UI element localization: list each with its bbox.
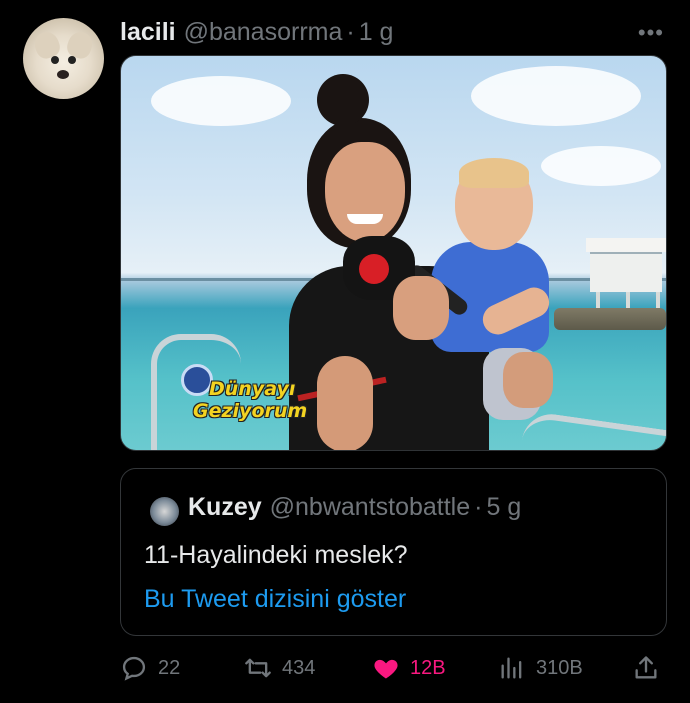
quoted-tweet[interactable]: Kuzey @nbwantstobattle · 5 g 11-Hayalind… (120, 468, 667, 636)
breakwater-rocks (554, 308, 666, 330)
quoted-display-name: Kuzey (188, 493, 262, 521)
share-icon (635, 656, 657, 679)
author-handle[interactable]: @banasorrma (184, 18, 343, 47)
avatar-eye-right (68, 56, 76, 64)
view-count: 310B (536, 656, 583, 679)
quoted-timestamp: 5 g (486, 493, 522, 521)
author-display-name[interactable]: lacili (120, 18, 176, 47)
woman-smile (347, 214, 383, 224)
show-thread-link[interactable]: Bu Tweet dizisini göster (144, 585, 406, 614)
woman-face (325, 142, 405, 242)
views-button[interactable]: 310B (498, 650, 583, 686)
channel-logo-icon (359, 254, 389, 284)
tweet-header: lacili @banasorrma · 1 g (120, 14, 393, 50)
cloud (151, 76, 291, 126)
like-count: 12B (410, 656, 446, 679)
holding-hand (503, 352, 553, 408)
quoted-handle: @nbwantstobattle (269, 493, 471, 521)
tweet-timestamp[interactable]: 1 g (359, 18, 394, 47)
reply-button[interactable]: 22 (120, 650, 180, 686)
water-villa (576, 238, 666, 308)
quoted-tweet-text: 11-Hayalindeki meslek? (144, 541, 408, 569)
show-logo-line1: Dünyayı (209, 378, 296, 400)
retweet-button[interactable]: 434 (244, 650, 315, 686)
avatar-nose (57, 70, 69, 79)
show-logo: Dünyayı Geziyorum (169, 356, 319, 426)
more-options-icon[interactable]: ••• (638, 20, 664, 46)
woman-arm (317, 356, 373, 450)
tweet-media-image[interactable]: Dünyayı Geziyorum (120, 55, 667, 451)
woman-hand (393, 276, 449, 340)
retweet-icon (245, 658, 271, 678)
reply-icon (122, 656, 146, 681)
quoted-separator: · (474, 493, 483, 521)
baby-hair (459, 158, 529, 188)
author-avatar[interactable] (23, 18, 104, 99)
header-separator: · (346, 17, 355, 46)
show-logo-line2: Geziyorum (193, 400, 308, 422)
heart-icon (374, 659, 398, 679)
like-button[interactable]: 12B (372, 650, 446, 686)
analytics-icon (501, 657, 522, 679)
cloud (541, 146, 661, 186)
boat-railing (517, 410, 666, 450)
quoted-tweet-header: Kuzey @nbwantstobattle · 5 g (188, 493, 521, 522)
reply-count: 22 (158, 656, 181, 679)
share-button[interactable] (632, 650, 670, 686)
avatar-eye-left (51, 56, 59, 64)
cloud (471, 66, 641, 126)
retweet-count: 434 (282, 656, 316, 679)
tweet-action-bar: 22 434 12B 310B (120, 650, 667, 686)
quoted-author-avatar (150, 497, 179, 526)
hair-bun (317, 74, 369, 126)
